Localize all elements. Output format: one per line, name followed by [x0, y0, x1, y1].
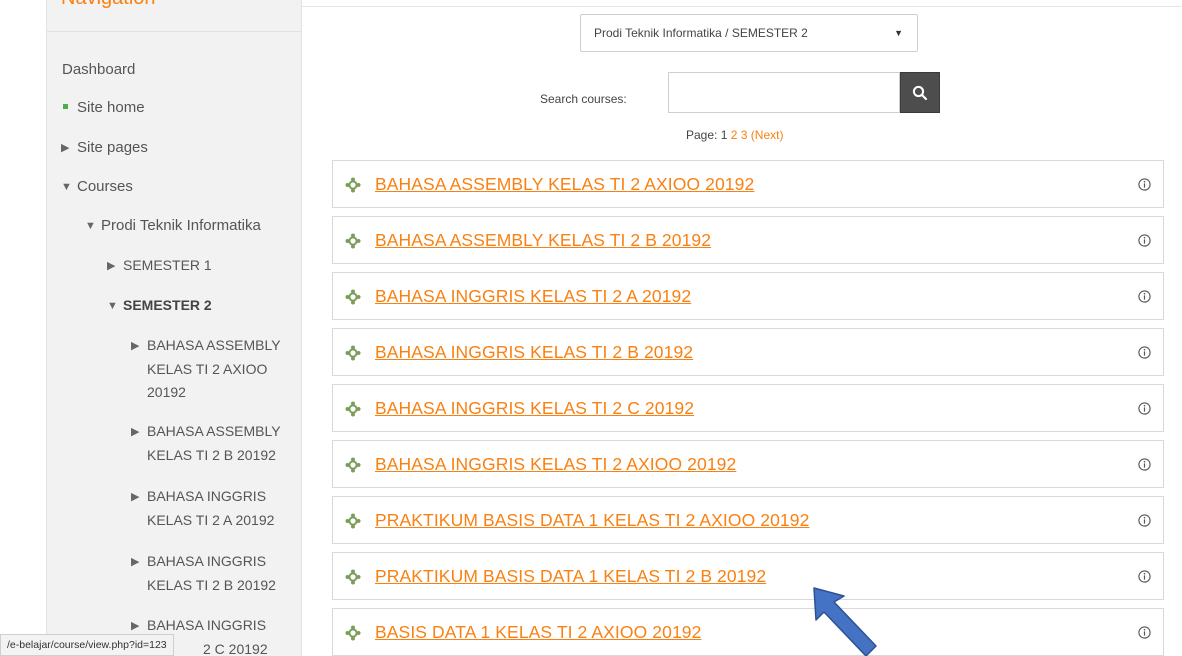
sidebar-course-line: BAHASA INGGRIS: [147, 488, 267, 504]
course-row: BAHASA INGGRIS KELAS TI 2 AXIOO 20192: [332, 440, 1164, 488]
info-circle-icon[interactable]: [1138, 402, 1151, 415]
caret-right-icon: ▶: [131, 426, 140, 438]
sidebar-course-link[interactable]: ▶ BAHASA INGGRIS KELAS TI 2 B 20192: [131, 550, 276, 597]
status-bar-url: /e-belajar/course/view.php?id=123: [0, 634, 174, 656]
course-puzzle-icon: [345, 569, 361, 585]
search-input[interactable]: [668, 72, 900, 113]
page-link-3[interactable]: 3: [741, 128, 748, 142]
sidebar-course-line: BAHASA INGGRIS: [147, 617, 267, 633]
sidebar-item-category[interactable]: ▼ Prodi Teknik Informatika: [85, 215, 261, 237]
search-label: Search courses:: [540, 92, 627, 106]
course-link[interactable]: BAHASA INGGRIS KELAS TI 2 B 20192: [375, 342, 693, 363]
caret-right-icon: ▶: [131, 491, 140, 503]
course-link[interactable]: BAHASA INGGRIS KELAS TI 2 AXIOO 20192: [375, 454, 736, 475]
info-circle-icon[interactable]: [1138, 290, 1151, 303]
caret-right-icon: ▶: [131, 556, 140, 568]
sidebar-course-link[interactable]: ▶ BAHASA ASSEMBLY KELAS TI 2 AXIOO 20192: [131, 334, 281, 404]
course-row: PRAKTIKUM BASIS DATA 1 KELAS TI 2 B 2019…: [332, 552, 1164, 600]
page-next-link[interactable]: (Next): [751, 128, 784, 142]
navigation-title: Navigation: [61, 0, 156, 10]
category-select[interactable]: Prodi Teknik Informatika / SEMESTER 2 ▼: [580, 14, 918, 52]
sidebar-course-line: KELAS TI 2 B 20192: [147, 577, 276, 593]
course-row: BAHASA INGGRIS KELAS TI 2 B 20192: [332, 328, 1164, 376]
page-current: 1: [720, 128, 728, 142]
course-link[interactable]: PRAKTIKUM BASIS DATA 1 KELAS TI 2 AXIOO …: [375, 510, 809, 531]
sidebar-item-label: Site home: [77, 99, 145, 116]
caret-right-icon: ▶: [131, 340, 140, 352]
sidebar-course-link[interactable]: ▶ BAHASA ASSEMBLY KELAS TI 2 B 20192: [131, 420, 281, 467]
annotation-arrow: [813, 587, 877, 656]
sidebar-item-label: Prodi Teknik Informatika: [101, 217, 261, 234]
category-select-value: Prodi Teknik Informatika / SEMESTER 2: [594, 26, 808, 40]
sidebar-item-courses[interactable]: ▼ Courses: [61, 176, 133, 198]
sidebar-course-line: KELAS TI 2 A 20192: [147, 512, 275, 528]
info-circle-icon[interactable]: [1138, 514, 1151, 527]
bullet-icon: [63, 104, 68, 109]
sidebar-item-label: Dashboard: [62, 61, 136, 78]
course-puzzle-icon: [345, 233, 361, 249]
caret-down-icon: ▼: [61, 181, 72, 193]
sidebar-course-line: BAHASA ASSEMBLY: [147, 423, 281, 439]
sidebar-course-line: BAHASA INGGRIS: [147, 553, 267, 569]
course-puzzle-icon: [345, 289, 361, 305]
info-circle-icon[interactable]: [1138, 234, 1151, 247]
caret-down-icon: ▼: [107, 300, 118, 312]
info-circle-icon[interactable]: [1138, 458, 1151, 471]
course-puzzle-icon: [345, 401, 361, 417]
sidebar-item-semester-1[interactable]: ▶ SEMESTER 1: [107, 254, 212, 277]
search-button[interactable]: [900, 72, 940, 113]
course-link[interactable]: BAHASA ASSEMBLY KELAS TI 2 B 20192: [375, 230, 711, 251]
course-link[interactable]: PRAKTIKUM BASIS DATA 1 KELAS TI 2 B 2019…: [375, 566, 766, 587]
course-link[interactable]: BASIS DATA 1 KELAS TI 2 AXIOO 20192: [375, 622, 701, 643]
sidebar-item-label: SEMESTER 2: [123, 297, 212, 313]
sidebar-item-label: SEMESTER 1: [123, 257, 212, 273]
dropdown-caret-icon: ▼: [894, 28, 903, 38]
course-link[interactable]: BAHASA INGGRIS KELAS TI 2 A 20192: [375, 286, 691, 307]
sidebar-item-semester-2[interactable]: ▼ SEMESTER 2: [107, 294, 212, 317]
paging-label: Page:: [686, 128, 718, 142]
course-row: BAHASA ASSEMBLY KELAS TI 2 AXIOO 20192: [332, 160, 1164, 208]
course-link[interactable]: BAHASA ASSEMBLY KELAS TI 2 AXIOO 20192: [375, 174, 754, 195]
course-row: BAHASA INGGRIS KELAS TI 2 A 20192: [332, 272, 1164, 320]
info-circle-icon[interactable]: [1138, 570, 1151, 583]
course-puzzle-icon: [345, 513, 361, 529]
page-link-2[interactable]: 2: [731, 128, 738, 142]
course-row: PRAKTIKUM BASIS DATA 1 KELAS TI 2 AXIOO …: [332, 496, 1164, 544]
top-divider: [300, 6, 1182, 7]
course-row: BASIS DATA 1 KELAS TI 2 AXIOO 20192: [332, 608, 1164, 656]
caret-down-icon: ▼: [85, 220, 96, 232]
sidebar-course-line: BAHASA ASSEMBLY: [147, 337, 281, 353]
course-puzzle-icon: [345, 177, 361, 193]
sidebar-course-link[interactable]: ▶ BAHASA INGGRIS KELAS TI 2 A 20192: [131, 485, 274, 532]
info-circle-icon[interactable]: [1138, 626, 1151, 639]
sidebar-course-line: KELAS TI 2 AXIOO: [147, 361, 268, 377]
course-puzzle-icon: [345, 345, 361, 361]
navigation-header: Navigation: [47, 0, 301, 32]
navigation-block: Navigation Dashboard Site home ▶Site pag…: [46, 0, 302, 656]
course-link[interactable]: BAHASA INGGRIS KELAS TI 2 C 20192: [375, 398, 694, 419]
info-circle-icon[interactable]: [1138, 346, 1151, 359]
sidebar-course-line: 20192: [147, 384, 186, 400]
paging-bar: Page: 1 2 3 (Next): [0, 128, 1182, 142]
sidebar-course-line: KELAS TI 2 B 20192: [147, 447, 276, 463]
course-row: BAHASA ASSEMBLY KELAS TI 2 B 20192: [332, 216, 1164, 264]
sidebar-item-label: Courses: [77, 178, 133, 195]
course-puzzle-icon: [345, 625, 361, 641]
sidebar-item-dashboard[interactable]: Dashboard: [62, 59, 135, 81]
course-list: BAHASA ASSEMBLY KELAS TI 2 AXIOO 20192 BA…: [332, 160, 1164, 656]
course-row: BAHASA INGGRIS KELAS TI 2 C 20192: [332, 384, 1164, 432]
sidebar-item-site-home[interactable]: Site home: [61, 97, 145, 119]
info-circle-icon[interactable]: [1138, 178, 1151, 191]
caret-right-icon: ▶: [107, 260, 116, 272]
arrow-shape: [813, 587, 877, 656]
search-icon: [912, 85, 928, 100]
course-puzzle-icon: [345, 457, 361, 473]
